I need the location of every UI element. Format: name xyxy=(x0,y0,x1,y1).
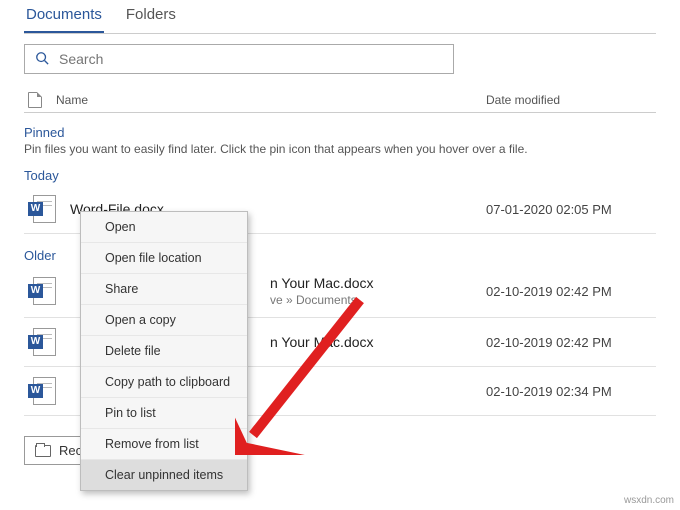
file-name: n Your Mac.docx xyxy=(270,275,486,291)
menu-pin-to-list[interactable]: Pin to list xyxy=(81,398,247,429)
menu-remove-from-list[interactable]: Remove from list xyxy=(81,429,247,460)
menu-open-file-location[interactable]: Open file location xyxy=(81,243,247,274)
menu-clear-unpinned[interactable]: Clear unpinned items xyxy=(81,460,247,490)
menu-delete-file[interactable]: Delete file xyxy=(81,336,247,367)
word-file-icon: W xyxy=(28,377,56,405)
search-icon xyxy=(35,51,49,68)
document-icon xyxy=(28,92,42,108)
file-name: n Your Mac.docx xyxy=(270,334,486,350)
context-menu: Open Open file location Share Open a cop… xyxy=(80,211,248,491)
col-date: Date modified xyxy=(486,93,656,107)
tabs: Documents Folders xyxy=(24,0,656,34)
word-file-icon: W xyxy=(28,195,56,223)
file-date: 02-10-2019 02:42 PM xyxy=(486,284,656,299)
folder-open-icon xyxy=(35,445,51,457)
file-date: 02-10-2019 02:34 PM xyxy=(486,384,656,399)
word-file-icon: W xyxy=(28,328,56,356)
column-headers: Name Date modified xyxy=(24,88,656,113)
section-today: Today xyxy=(24,168,656,183)
menu-share[interactable]: Share xyxy=(81,274,247,305)
section-pinned: Pinned xyxy=(24,125,656,140)
pinned-desc: Pin files you want to easily find later.… xyxy=(24,142,656,156)
file-date: 07-01-2020 02:05 PM xyxy=(486,202,656,217)
menu-copy-path[interactable]: Copy path to clipboard xyxy=(81,367,247,398)
file-date: 02-10-2019 02:42 PM xyxy=(486,335,656,350)
search-input[interactable] xyxy=(59,51,443,67)
menu-open-a-copy[interactable]: Open a copy xyxy=(81,305,247,336)
search-box[interactable] xyxy=(24,44,454,74)
tab-documents[interactable]: Documents xyxy=(24,0,104,33)
tab-folders[interactable]: Folders xyxy=(124,0,178,33)
menu-open[interactable]: Open xyxy=(81,212,247,243)
watermark: wsxdn.com xyxy=(624,495,674,506)
col-name: Name xyxy=(56,93,88,107)
word-file-icon: W xyxy=(28,277,56,305)
file-path: ve » Documents xyxy=(270,293,486,307)
